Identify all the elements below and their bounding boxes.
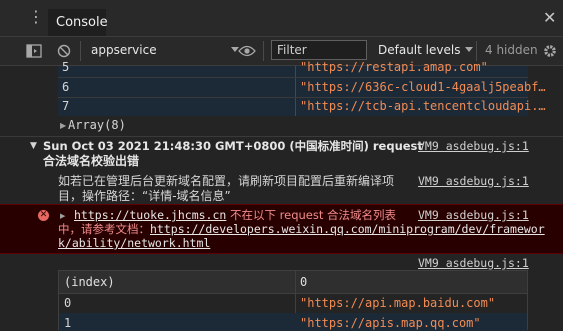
console-error-message: ✕ ▶ https://tuoke.jhcms.cn 不在以下 request … [0,204,563,254]
gear-icon[interactable] [541,42,559,60]
error-message-part2: 中，请参考文档： [58,222,150,236]
bottom-array-table: (index) 0 0 "https://api.map.baidu.com" … [58,270,528,331]
console-message: VM9 asdebug.js:1 [0,256,563,270]
row-value: "https://636c-cloud1-4gaalj5peabf… [300,80,546,94]
row-index: 6 [62,80,70,94]
column-header-value[interactable]: 0 [300,275,307,289]
message-divider [0,136,563,137]
row-value: "https://apis.map.qq.com" [300,316,481,330]
row-divider [58,77,528,78]
group-title-line1: Sun Oct 03 2021 21:48:30 GMT+0800 (中国标准时… [43,139,423,153]
source-link[interactable]: VM9 asdebug.js:1 [418,208,529,222]
array-label: Array(8) [68,118,126,132]
row-value: "https://api.map.baidu.com" [300,296,496,310]
doc-link[interactable]: https://developers.weixin.qq.com/minipro… [150,222,545,236]
row-index: 1 [64,316,72,330]
filter-input[interactable]: Filter [271,40,367,60]
table-header [59,271,527,293]
chevron-down-icon[interactable] [465,47,473,52]
source-link[interactable]: VM9 asdebug.js:1 [418,174,529,188]
row-index: 7 [62,99,70,113]
context-selector[interactable]: appservice [91,43,157,57]
table-row: 7 "https://tcb-api.tencentcloudapi.… [0,99,563,115]
table-row: 6 "https://636c-cloud1-4gaalj5peabf… [0,80,563,96]
toolbar-divider [263,41,264,61]
source-link[interactable]: VM9 asdebug.js:1 [418,256,529,270]
default-levels-dropdown[interactable]: Default levels [378,43,460,57]
error-message-part1: 不在以下 request 合法域名列表 [226,208,397,222]
console-message: 如若已在管理后台更新域名配置，请刷新项目配置后重新编译项 目，操作路径：“详情-… [0,174,563,204]
hidden-count: 4 hidden [485,43,538,57]
tab-console[interactable]: Console [48,9,108,36]
row-index: 0 [64,296,72,310]
toolbar-divider [80,41,81,61]
doc-link-continued[interactable]: k/ability/network.html [58,236,210,250]
row-divider [59,293,527,294]
message-line2: 目，操作路径：“详情-域名信息” [58,189,231,203]
top-array-table: 5 "https://restapi.amap.com" 6 "https://… [0,60,563,116]
toolbar-divider [476,41,477,61]
group-title-line2: 合法域名校验出错 [43,154,140,168]
tab-console-label: Console [56,15,108,30]
row-index: 5 [62,60,70,74]
clear-console-icon[interactable] [55,42,73,60]
source-link[interactable]: VM9 asdebug.js:1 [418,139,529,153]
triangle-down-icon[interactable]: ▼ [30,141,37,151]
column-header-index[interactable]: (index) [64,275,115,289]
array-expander[interactable]: ▶ Array(8) [0,118,563,134]
table-row: 5 "https://restapi.amap.com" [0,60,563,76]
sidebar-toggle-icon[interactable] [25,42,43,60]
devtools-tabbar: ⋮ Console ✕ [0,0,563,37]
close-icon[interactable]: ✕ [543,9,556,27]
row-value: "https://tcb-api.tencentcloudapi.… [300,99,546,113]
row-divider [58,97,528,98]
error-icon: ✕ [38,210,49,221]
eye-icon[interactable] [238,42,256,60]
row-value: "https://restapi.amap.com" [300,60,488,74]
console-group-header[interactable]: ▼ Sun Oct 03 2021 21:48:30 GMT+0800 (中国标… [0,139,563,171]
error-url-link[interactable]: https://tuoke.jhcms.cn [74,208,226,222]
triangle-right-icon[interactable]: ▶ [60,118,66,134]
more-menu-icon[interactable]: ⋮ [28,9,44,25]
message-line1: 如若已在管理后台更新域名配置，请刷新项目配置后重新编译项 [58,174,395,188]
